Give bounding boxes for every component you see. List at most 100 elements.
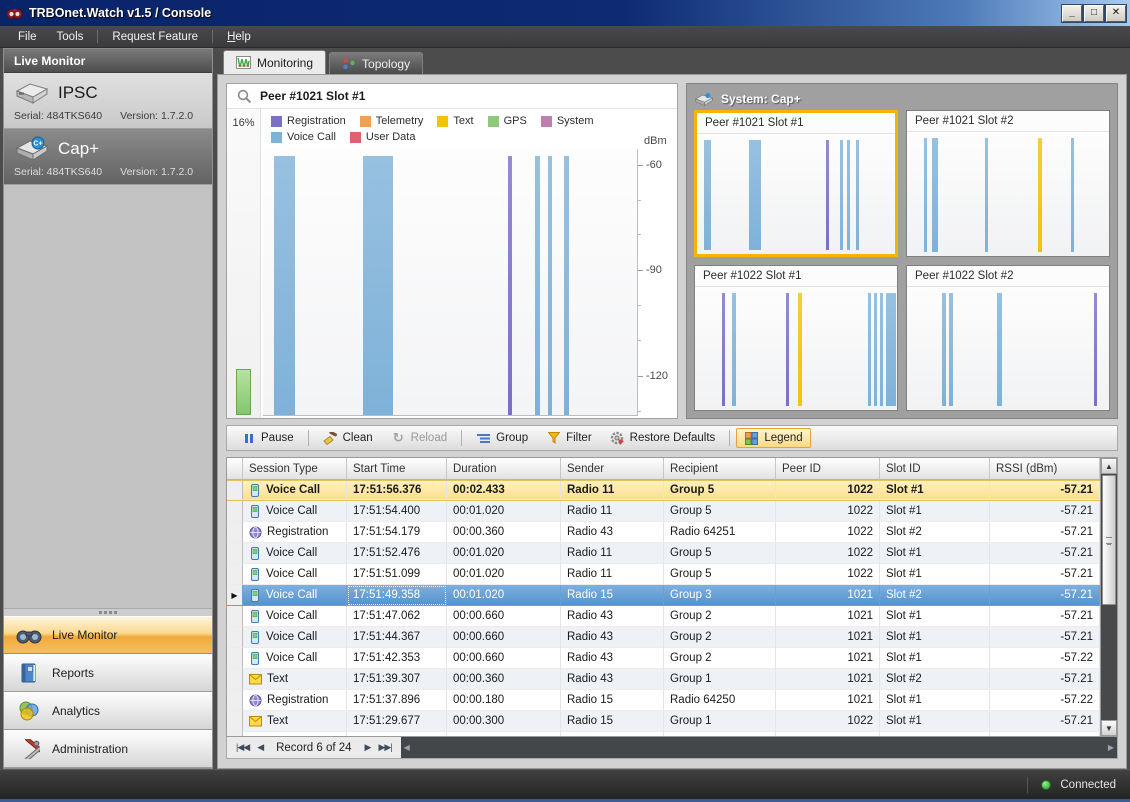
cell-start-time: 17:51:44.367 — [347, 627, 447, 648]
tab-monitoring[interactable]: Monitoring — [223, 50, 326, 74]
voice-call-icon — [249, 652, 261, 665]
voice-call-icon — [249, 631, 261, 644]
table-row[interactable]: Text17:51:29.67700:00.300Radio 15Group 1… — [227, 711, 1100, 732]
sidebar-item-analytics[interactable]: Analytics — [4, 692, 212, 730]
sidebar-item-reports[interactable]: Reports — [4, 654, 212, 692]
scrollbar-thumb[interactable] — [1102, 475, 1116, 605]
text-icon — [249, 716, 262, 727]
table-row[interactable]: Voice Call17:51:42.35300:00.660Radio 43G… — [227, 648, 1100, 669]
chart-bar-voice-call — [548, 156, 552, 415]
mini-chart-title: Peer #1022 Slot #1 — [695, 266, 897, 287]
table-row[interactable]: Voice Call17:51:56.37600:02.433Radio 11G… — [227, 480, 1100, 501]
main-chart-card: Peer #1021 Slot #1 16% RegistrationTelem… — [226, 83, 678, 419]
device-item-capplus[interactable]: C+ Cap+ Serial: 484TKS640 Version: 1.7.2… — [4, 129, 212, 185]
table-row[interactable]: Voice Call17:51:47.06200:00.660Radio 43G… — [227, 606, 1100, 627]
column-header-recipient[interactable]: Recipient — [664, 458, 776, 479]
column-header-rssi[interactable]: RSSI (dBm) — [990, 458, 1100, 479]
menu-item-tools[interactable]: Tools — [47, 29, 94, 45]
column-header-start-time[interactable]: Start Time — [347, 458, 447, 479]
tab-label: Monitoring — [257, 56, 313, 70]
scroll-down-arrow[interactable]: ▼ — [1101, 720, 1117, 736]
sidebar-splitter[interactable] — [4, 608, 212, 616]
cell-sender: Radio 43 — [561, 606, 664, 627]
group-button[interactable]: Group — [468, 428, 536, 448]
column-header-session-type[interactable]: Session Type — [243, 458, 347, 479]
table-row[interactable]: Voice Call17:51:52.47600:01.020Radio 11G… — [227, 543, 1100, 564]
first-record-button[interactable]: |◀◀ — [233, 740, 252, 755]
mini-chart-peer-1022-slot-2[interactable]: Peer #1022 Slot #2 — [906, 265, 1110, 412]
mini-chart-peer-1022-slot-1[interactable]: Peer #1022 Slot #1 — [694, 265, 898, 412]
cell-peer-id: 1021 — [776, 627, 880, 648]
cell-recipient: Group 5 — [664, 732, 776, 736]
cell-recipient: Group 3 — [664, 585, 776, 606]
device-name: IPSC — [58, 83, 98, 103]
title-bar[interactable]: TRBOnet.Watch v1.5 / Console _ □ ✕ — [0, 0, 1130, 26]
table-vertical-scrollbar[interactable]: ▲ ▼ — [1100, 458, 1117, 736]
button-label: Group — [496, 432, 528, 444]
tab-topology[interactable]: Topology — [329, 52, 423, 74]
legend-swatch — [271, 116, 282, 127]
legend-button[interactable]: Legend — [736, 428, 810, 448]
scroll-up-arrow[interactable]: ▲ — [1101, 458, 1117, 474]
table-row[interactable]: Voice Call17:51:44.36700:00.660Radio 43G… — [227, 627, 1100, 648]
cell-session-type: Voice Call — [243, 481, 347, 500]
chart-bar-voice-call — [924, 138, 927, 251]
table-row[interactable]: Text17:51:39.30700:00.360Radio 43Group 1… — [227, 669, 1100, 690]
minimize-button[interactable]: _ — [1062, 5, 1082, 22]
sidebar-item-live-monitor[interactable]: Live Monitor — [4, 616, 212, 654]
table-row[interactable]: Voice Call17:51:54.40000:01.020Radio 11G… — [227, 501, 1100, 522]
table-row[interactable]: Voice Call17:51:26.29500:01.380Radio 11G… — [227, 732, 1100, 736]
column-header-slot-id[interactable]: Slot ID — [880, 458, 990, 479]
legend-label: Text — [453, 115, 473, 127]
maximize-button[interactable]: □ — [1084, 5, 1104, 22]
legend-item: Registration — [271, 115, 346, 127]
table-row[interactable]: Voice Call17:51:51.09900:01.020Radio 11G… — [227, 564, 1100, 585]
mini-chart-peer-1021-slot-2[interactable]: Peer #1021 Slot #2 — [906, 110, 1110, 257]
sidebar: Live Monitor IPSC Serial: 484TKS640 Vers… — [3, 48, 213, 769]
chart-bar-text — [798, 293, 801, 406]
table-horizontal-scrollbar[interactable]: ◀ ▶ — [401, 737, 1117, 758]
cell-peer-id: 1022 — [776, 711, 880, 732]
cell-start-time: 17:51:39.307 — [347, 669, 447, 690]
mini-chart-plot — [695, 287, 897, 411]
table-row[interactable]: Registration17:51:54.17900:00.360Radio 4… — [227, 522, 1100, 543]
scrollbar-track[interactable] — [1101, 606, 1117, 720]
last-record-button[interactable]: ▶▶| — [375, 740, 394, 755]
cell-session-type: Voice Call — [243, 627, 347, 648]
group-icon — [476, 431, 491, 445]
tab-strip: Monitoring Topology — [217, 48, 1127, 74]
menu-item-request-feature[interactable]: Request Feature — [102, 29, 208, 45]
previous-record-button[interactable]: ◀ — [254, 740, 266, 755]
reload-button[interactable]: ↻ Reload — [383, 428, 455, 448]
close-button[interactable]: ✕ — [1106, 5, 1126, 22]
sidebar-header: Live Monitor — [4, 49, 212, 73]
scroll-right-arrow[interactable]: ▶ — [1108, 743, 1114, 752]
cell-rssi: -57.22 — [990, 648, 1100, 669]
table-row[interactable]: ▶Voice Call17:51:49.35800:01.020Radio 15… — [227, 585, 1100, 606]
menu-item-help[interactable]: Help — [217, 29, 261, 45]
cell-peer-id: 1022 — [776, 732, 880, 736]
search-icon — [237, 89, 252, 104]
sidebar-empty-area — [4, 185, 212, 608]
cell-session-type: Registration — [243, 690, 347, 711]
device-item-ipsc[interactable]: IPSC Serial: 484TKS640 Version: 1.7.2.0 — [4, 73, 212, 129]
clean-button[interactable]: Clean — [315, 428, 381, 448]
menu-item-file[interactable]: File — [8, 29, 47, 45]
column-header-duration[interactable]: Duration — [447, 458, 561, 479]
next-record-button[interactable]: ▶ — [362, 740, 374, 755]
filter-button[interactable]: Filter — [538, 428, 600, 448]
chart-legend: RegistrationTelemetryTextGPSSystemVoice … — [261, 109, 677, 145]
menu-separator — [212, 30, 213, 43]
cell-rssi: -57.21 — [990, 481, 1100, 500]
column-header-peer-id[interactable]: Peer ID — [776, 458, 880, 479]
pause-button[interactable]: Pause — [233, 428, 302, 448]
mini-chart-peer-1021-slot-1[interactable]: Peer #1021 Slot #1 — [694, 110, 898, 257]
cell-recipient: Radio 64250 — [664, 690, 776, 711]
restore-defaults-button[interactable]: Restore Defaults — [602, 428, 724, 448]
column-header-sender[interactable]: Sender — [561, 458, 664, 479]
scroll-left-arrow[interactable]: ◀ — [404, 743, 410, 752]
sidebar-item-administration[interactable]: Administration — [4, 730, 212, 768]
cell-rssi: -57.21 — [990, 585, 1100, 606]
cell-slot-id: Slot #2 — [880, 732, 990, 736]
table-row[interactable]: Registration17:51:37.89600:00.180Radio 1… — [227, 690, 1100, 711]
